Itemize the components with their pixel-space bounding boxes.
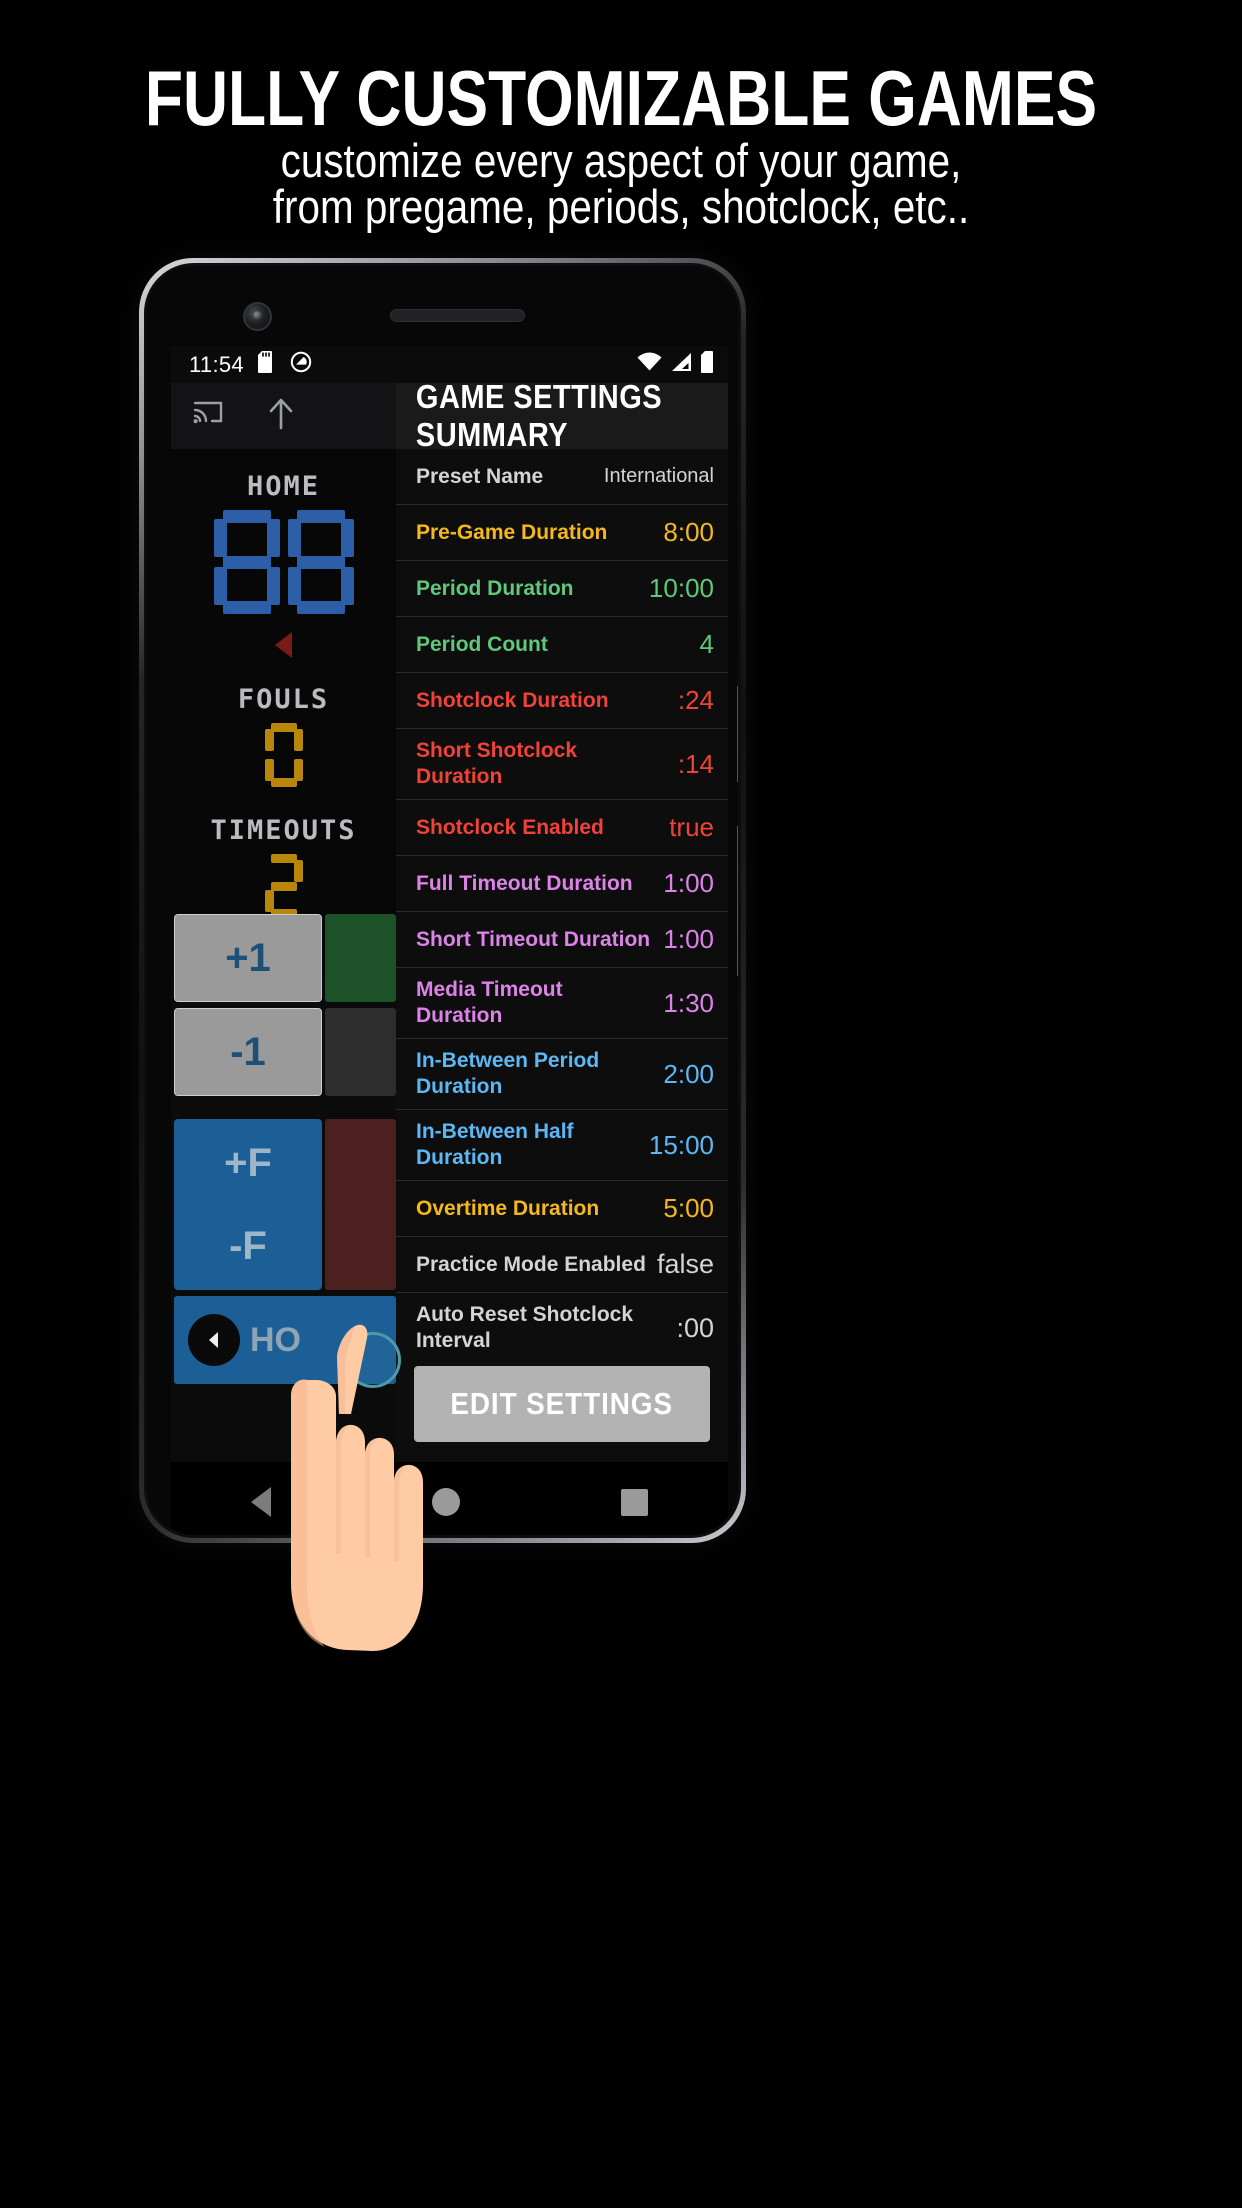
arrow-up-icon[interactable] (267, 397, 295, 436)
settings-row-key: Pre-Game Duration (416, 520, 608, 544)
settings-row[interactable]: Practice Mode Enabled false (396, 1237, 728, 1293)
settings-row[interactable]: In-Between Period Duration 2:00 (396, 1039, 728, 1110)
sd-card-icon (257, 351, 276, 378)
settings-row-value: 4 (699, 629, 714, 659)
settings-table[interactable]: Preset Name International Pre-Game Duratio… (396, 449, 728, 1354)
panel-footer: EDIT SETTINGS (396, 1354, 728, 1462)
settings-row-key: Media Timeout Duration (416, 978, 563, 1027)
fouls-digit (264, 723, 303, 787)
edit-settings-button[interactable]: EDIT SETTINGS (414, 1366, 710, 1442)
pointing-hand-cursor (291, 1324, 423, 1651)
app-content: HOME FOULS TIMEOUTS +1 -1 +F -F HO GAME … (171, 378, 728, 1462)
settings-row-value: 15:00 (648, 1129, 714, 1160)
settings-row-value: 5:00 (663, 1193, 714, 1223)
score-display: HOME FOULS TIMEOUTS (171, 449, 396, 977)
settings-row-value: :14 (677, 748, 714, 779)
timeouts-label: TIMEOUTS (210, 815, 357, 846)
settings-row-key: Overtime Duration (416, 1196, 600, 1220)
edit-settings-label: EDIT SETTINGS (450, 1386, 674, 1421)
foul-indicator-red[interactable] (325, 1119, 396, 1207)
settings-row-key: Shotclock Duration (416, 688, 609, 712)
settings-row[interactable]: Pre-Game Duration 8:00 (396, 505, 728, 561)
scoreboard-toolbar (171, 383, 396, 449)
page-subtitle-line-1: customize every aspect of your game, (280, 134, 962, 187)
settings-row-key: Period Count (416, 632, 548, 656)
timeouts-digit (264, 854, 303, 918)
settings-row-value: :24 (677, 685, 714, 715)
volume-button[interactable] (737, 686, 738, 782)
front-camera-icon (243, 302, 272, 331)
nav-recents-icon[interactable] (620, 1488, 648, 1516)
settings-row[interactable]: Period Count 4 (396, 617, 728, 673)
settings-row-key: Practice Mode Enabled (416, 1252, 646, 1276)
settings-row[interactable]: Media Timeout Duration 1:30 (396, 968, 728, 1039)
foul-indicator-red-2[interactable] (325, 1202, 396, 1290)
settings-row-value: 8:00 (663, 517, 714, 547)
settings-row-value: 1:00 (663, 868, 714, 898)
panel-title: GAME SETTINGS SUMMARY (415, 378, 663, 453)
settings-row-value: International (603, 465, 714, 487)
minus-one-button[interactable]: -1 (174, 1008, 322, 1096)
score-indicator-gray[interactable] (325, 1008, 396, 1096)
settings-row-value: true (669, 812, 714, 842)
team-name-label: HOME (246, 471, 321, 502)
score-digit-1 (213, 510, 280, 614)
settings-row-value: :00 (676, 1312, 714, 1343)
settings-row-key: In-Between Half Duration (416, 1120, 574, 1169)
settings-row-key: Auto Reset Shotclock Interval (416, 1303, 634, 1352)
score-digit-2 (287, 510, 354, 614)
battery-icon (701, 351, 716, 378)
status-clock: 11:54 (189, 351, 244, 377)
settings-row[interactable]: Short Timeout Duration 1:00 (396, 912, 728, 968)
nav-home-icon[interactable] (431, 1488, 460, 1516)
settings-row-key: In-Between Period Duration (416, 1049, 600, 1098)
settings-row-value: false (656, 1249, 714, 1279)
minus-foul-button[interactable]: -F (174, 1202, 322, 1290)
timeouts-value[interactable] (171, 854, 396, 918)
panel-header: GAME SETTINGS SUMMARY (396, 378, 728, 453)
plus-foul-button[interactable]: +F (174, 1119, 322, 1207)
settings-row-value: 10:00 (648, 573, 714, 603)
settings-row[interactable]: Overtime Duration 5:00 (396, 1181, 728, 1237)
page-subtitle: customize every aspect of your game, fro… (87, 134, 1155, 233)
fouls-label: FOULS (237, 684, 330, 715)
score-indicator-green[interactable] (325, 914, 396, 1002)
settings-row[interactable]: Short Shotclock Duration :14 (396, 729, 728, 800)
fouls-value[interactable] (171, 723, 396, 787)
settings-row-key: Full Timeout Duration (416, 871, 633, 895)
settings-row-key: Short Shotclock Duration (416, 739, 578, 788)
settings-row[interactable]: Full Timeout Duration 1:00 (396, 856, 728, 912)
phone-bezel-top (147, 266, 738, 338)
cast-icon[interactable] (193, 400, 223, 433)
plus-one-button[interactable]: +1 (174, 914, 322, 1002)
settings-row-key: Period Duration (416, 576, 574, 600)
possession-arrow-icon[interactable] (275, 632, 292, 658)
promo-screenshot: FULLY CUSTOMIZABLE GAMES customize every… (0, 0, 1242, 2208)
settings-row[interactable]: Auto Reset Shotclock Interval :00 (396, 1293, 728, 1354)
settings-row-key: Preset Name (416, 464, 544, 488)
phone-screen: 11:54 HOME FOULS TIMEOUTS +1 -1 +F -F HO… (171, 346, 728, 1462)
phone-mockup: 11:54 HOME FOULS TIMEOUTS +1 -1 +F -F HO… (139, 258, 746, 1543)
settings-row-value: 1:00 (663, 924, 714, 954)
page-subtitle-line-2: from pregame, periods, shotclock, etc.. (272, 180, 970, 233)
settings-row-key: Shotclock Enabled (416, 815, 604, 839)
scoreboard-panel: HOME FOULS TIMEOUTS +1 -1 +F -F HO (171, 383, 396, 1462)
settings-row-key: Short Timeout Duration (416, 927, 651, 951)
settings-row-value: 2:00 (663, 1058, 714, 1089)
score-value[interactable] (171, 510, 396, 614)
settings-row[interactable]: In-Between Half Duration 15:00 (396, 1110, 728, 1181)
settings-row-value: 1:30 (663, 987, 714, 1018)
page-title: FULLY CUSTOMIZABLE GAMES (144, 54, 1098, 142)
game-settings-panel: GAME SETTINGS SUMMARY Preset Name Interna… (396, 378, 728, 1462)
possession-left-arrow-icon[interactable] (188, 1314, 240, 1366)
settings-row[interactable]: Shotclock Enabled true (396, 800, 728, 856)
wifi-icon (637, 352, 662, 377)
cell-signal-icon (670, 352, 693, 377)
settings-row[interactable]: Shotclock Duration :24 (396, 673, 728, 729)
settings-row[interactable]: Period Duration 10:00 (396, 561, 728, 617)
power-button[interactable] (737, 826, 738, 976)
settings-row[interactable]: Preset Name International (396, 449, 728, 505)
do-not-disturb-icon (290, 351, 312, 378)
earpiece-speaker (390, 309, 525, 322)
